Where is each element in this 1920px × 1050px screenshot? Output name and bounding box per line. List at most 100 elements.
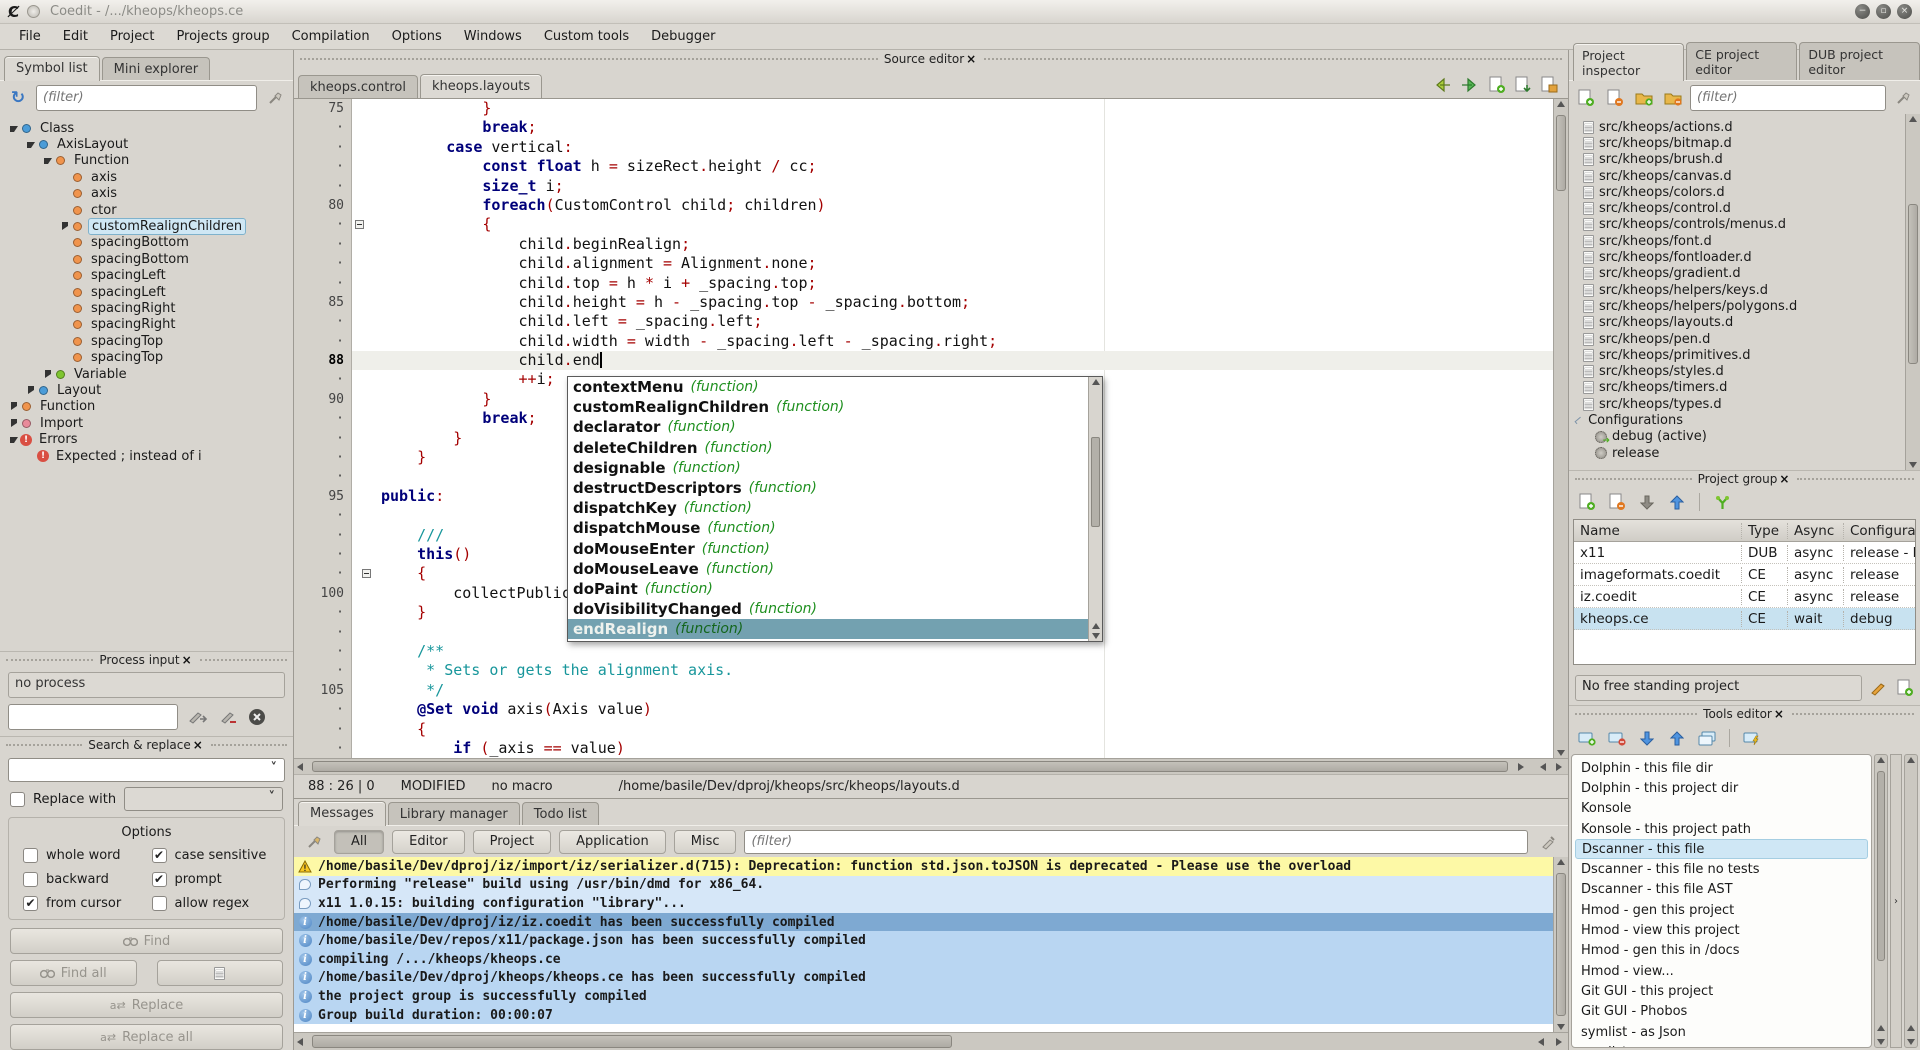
source-editor[interactable]: 75 }· break;· case vertical:· const floa… (294, 98, 1568, 758)
code-line[interactable]: · child.left = _spacing.left; (294, 312, 1553, 331)
chevron-right-icon[interactable] (42, 367, 54, 382)
broom-icon[interactable] (1891, 86, 1915, 110)
code-line[interactable]: · case vertical: (294, 138, 1553, 157)
checkbox-whole-word[interactable] (23, 848, 38, 863)
completion-item[interactable]: doMouseLeave(function) (568, 559, 1088, 579)
log-row[interactable]: x11 1.0.15: building configuration "libr… (294, 894, 1568, 913)
remove-file-icon[interactable] (1603, 86, 1627, 110)
run-tool-icon[interactable] (1740, 726, 1764, 750)
chevron-right-icon[interactable] (8, 416, 20, 431)
table-row[interactable]: kheops.ceCEwaitdebug (1574, 608, 1915, 630)
symbol-tree-item[interactable]: Import (0, 415, 293, 431)
symbol-tree-item[interactable]: spacingBottom (0, 251, 293, 267)
project-file-item[interactable]: src/kheops/font.d (1569, 233, 1920, 249)
configuration-item[interactable]: debug (active) (1569, 429, 1920, 445)
tool-item[interactable]: Dscanner - this file AST (1575, 880, 1868, 900)
pencil-minus-icon[interactable] (218, 709, 238, 725)
tool-item[interactable]: Dscanner - this file (1575, 839, 1868, 859)
log-row[interactable]: i/home/basile/Dev/repos/x11/package.json… (294, 931, 1568, 950)
project-file-item[interactable]: src/kheops/colors.d (1569, 184, 1920, 200)
compile-group-icon[interactable] (1710, 490, 1734, 514)
symbol-tree-item[interactable]: Function (0, 399, 293, 415)
messages-vscrollbar[interactable] (1553, 857, 1568, 1032)
message-log[interactable]: !/home/basile/Dev/dproj/iz/import/iz/ser… (294, 857, 1568, 1032)
completion-item[interactable]: doPaint(function) (568, 579, 1088, 599)
tool-item[interactable]: symlist - as Json (1575, 1022, 1868, 1042)
symbol-filter-input[interactable] (36, 85, 257, 111)
fold-box[interactable] (355, 220, 364, 229)
clear-messages-icon[interactable] (302, 830, 326, 854)
symbol-tree-item[interactable]: !Expected ; instead of i (0, 448, 293, 464)
tools-detail-splitter[interactable]: › (1890, 754, 1902, 1048)
menu-item-compilation[interactable]: Compilation (281, 26, 381, 47)
project-file-item[interactable]: src/kheops/styles.d (1569, 363, 1920, 379)
code-line[interactable]: · child.width = width - _spacing.left - … (294, 332, 1553, 351)
log-row[interactable]: icompiling /.../kheops/kheops.ce (294, 950, 1568, 969)
project-tree-scrollbar[interactable] (1905, 114, 1920, 470)
chevron-right-icon[interactable] (8, 399, 20, 414)
close-icon[interactable]: × (180, 653, 194, 667)
tools-list-scrollbar[interactable] (1874, 754, 1888, 1048)
completion-list[interactable]: contextMenu(function)customRealignChildr… (568, 377, 1088, 641)
project-file-item[interactable]: src/kheops/helpers/polygons.d (1569, 298, 1920, 314)
table-row[interactable]: imageformats.coeditCEasyncrelease (1574, 564, 1915, 586)
new-file-icon[interactable] (1488, 76, 1506, 94)
project-file-item[interactable]: src/kheops/actions.d (1569, 119, 1920, 135)
chevron-down-icon[interactable] (25, 137, 37, 152)
symbol-tree-item[interactable]: axis (0, 186, 293, 202)
project-file-item[interactable]: src/kheops/fontloader.d (1569, 249, 1920, 265)
remove-tool-icon[interactable] (1605, 726, 1629, 750)
project-file-item[interactable]: src/kheops/gradient.d (1569, 266, 1920, 282)
messages-tab-library-manager[interactable]: Library manager (388, 802, 520, 825)
checkbox-prompt[interactable]: ✔ (152, 872, 167, 887)
refresh-icon[interactable]: ↻ (6, 86, 30, 110)
code-line[interactable]: 88 child.end (294, 351, 1553, 370)
symbol-tree-item[interactable]: ctor (0, 202, 293, 218)
project-file-item[interactable]: src/kheops/helpers/keys.d (1569, 282, 1920, 298)
project-file-item[interactable]: src/kheops/types.d (1569, 396, 1920, 412)
symbol-tree-item[interactable]: AxisLayout (0, 136, 293, 152)
code-line[interactable]: · size_t i; (294, 177, 1553, 196)
completion-item[interactable]: deleteChildren(function) (568, 438, 1088, 458)
completion-item[interactable]: contextMenu(function) (568, 377, 1088, 397)
tool-item[interactable]: Hmod - view this project (1575, 920, 1868, 940)
edit-project-icon[interactable] (1870, 680, 1888, 696)
code-line[interactable]: 85 child.height = h - _spacing.top - _sp… (294, 293, 1553, 312)
move-tool-up-icon[interactable] (1665, 726, 1689, 750)
tab-symbol-list[interactable]: Symbol list (4, 56, 100, 81)
go-forward-icon[interactable] (1460, 77, 1480, 93)
completion-item[interactable]: destructDescriptors(function) (568, 478, 1088, 498)
code-line[interactable]: · child.alignment = Alignment.none; (294, 254, 1553, 273)
close-icon[interactable]: × (191, 738, 205, 752)
menu-item-debugger[interactable]: Debugger (640, 26, 726, 47)
chevron-right-icon[interactable] (59, 219, 71, 234)
table-row[interactable]: iz.coeditCEasyncrelease (1574, 586, 1915, 608)
new-free-project-icon[interactable] (1896, 679, 1914, 697)
symbol-tree-item[interactable]: Variable (0, 366, 293, 382)
code-line[interactable]: · /** (294, 642, 1553, 661)
chevron-down-icon[interactable] (42, 153, 54, 168)
menu-item-project[interactable]: Project (99, 26, 165, 47)
menu-item-edit[interactable]: Edit (52, 26, 99, 47)
tab-dub-project-editor[interactable]: DUB project editor (1799, 42, 1920, 80)
project-file-item[interactable]: src/kheops/primitives.d (1569, 347, 1920, 363)
chevron-down-icon[interactable] (8, 121, 20, 136)
minimize-button[interactable]: − (1855, 4, 1870, 19)
completion-item[interactable]: declarator(function) (568, 417, 1088, 437)
remove-project-icon[interactable] (1605, 490, 1629, 514)
project-file-item[interactable]: src/kheops/pen.d (1569, 331, 1920, 347)
symbol-tree-item[interactable]: Function (0, 153, 293, 169)
kill-process-icon[interactable] (248, 708, 266, 726)
completion-item[interactable]: dispatchKey(function) (568, 498, 1088, 518)
add-folder-icon[interactable] (1632, 86, 1656, 110)
completion-item[interactable]: dispatchMouse(function) (568, 518, 1088, 538)
code-line[interactable]: · child.top = h * i + _spacing.top; (294, 274, 1553, 293)
remove-folder-icon[interactable] (1661, 86, 1685, 110)
log-row[interactable]: ithe project group is successfully compi… (294, 987, 1568, 1006)
close-icon[interactable]: × (1777, 472, 1791, 486)
code-line[interactable]: · child.beginRealign; (294, 235, 1553, 254)
project-file-item[interactable]: src/kheops/brush.d (1569, 152, 1920, 168)
replace-button[interactable]: a⇄Replace (10, 992, 283, 1018)
tab-mini-explorer[interactable]: Mini explorer (102, 57, 211, 80)
editor-tab-kheops-layouts[interactable]: kheops.layouts (420, 74, 542, 99)
